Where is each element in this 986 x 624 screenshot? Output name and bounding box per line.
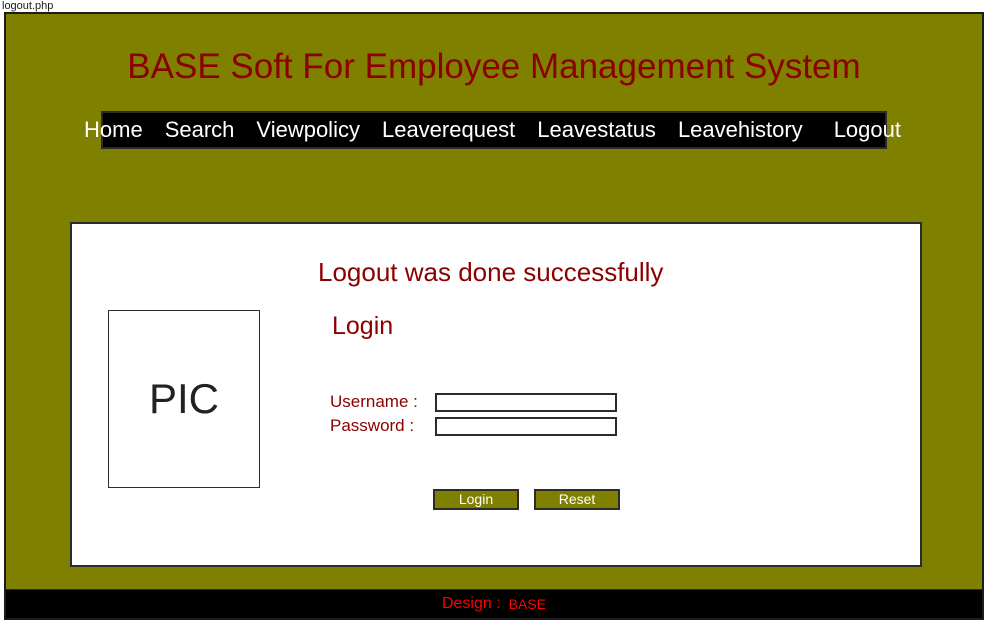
login-form: Username : Password : (330, 392, 617, 440)
form-button-row: Login Reset (433, 489, 620, 510)
page-frame: BASE Soft For Employee Management System… (4, 12, 984, 620)
login-button[interactable]: Login (433, 489, 519, 510)
nav-item-viewpolicy[interactable]: Viewpolicy (245, 117, 371, 143)
password-label: Password : (330, 416, 415, 435)
main-navigation: Home Search Viewpolicy Leaverequest Leav… (84, 110, 901, 149)
reset-button[interactable]: Reset (534, 489, 620, 510)
footer-brand: BASE (508, 596, 547, 612)
nav-item-leaverequest[interactable]: Leaverequest (371, 117, 526, 143)
broken-image-icon: PIC (148, 375, 219, 422)
status-message: Logout was done successfully (318, 257, 664, 287)
nav-item-logout[interactable]: Logout (814, 117, 915, 143)
username-row: Username : (330, 392, 617, 412)
content-panel: Logout was done successfully Login PIC U… (70, 222, 922, 567)
username-input[interactable] (435, 392, 617, 412)
nav-item-home[interactable]: Home (73, 117, 154, 143)
profile-picture-placeholder: PIC (108, 310, 260, 488)
login-heading: Login (332, 312, 394, 340)
page-title-bar: logout.php (0, 0, 986, 12)
footer-design-label: Design : (441, 595, 501, 612)
site-title: BASE Soft For Employee Management System (127, 47, 861, 86)
nav-item-search[interactable]: Search (154, 117, 246, 143)
nav-item-leavestatus[interactable]: Leavestatus (526, 117, 667, 143)
nav-list: Home Search Viewpolicy Leaverequest Leav… (73, 117, 915, 143)
password-row: Password : (330, 416, 617, 436)
password-input[interactable] (435, 416, 617, 436)
username-label: Username : (330, 392, 418, 411)
page-footer: Design : BASE (6, 589, 982, 618)
nav-item-leavehistory[interactable]: Leavehistory (667, 117, 814, 143)
